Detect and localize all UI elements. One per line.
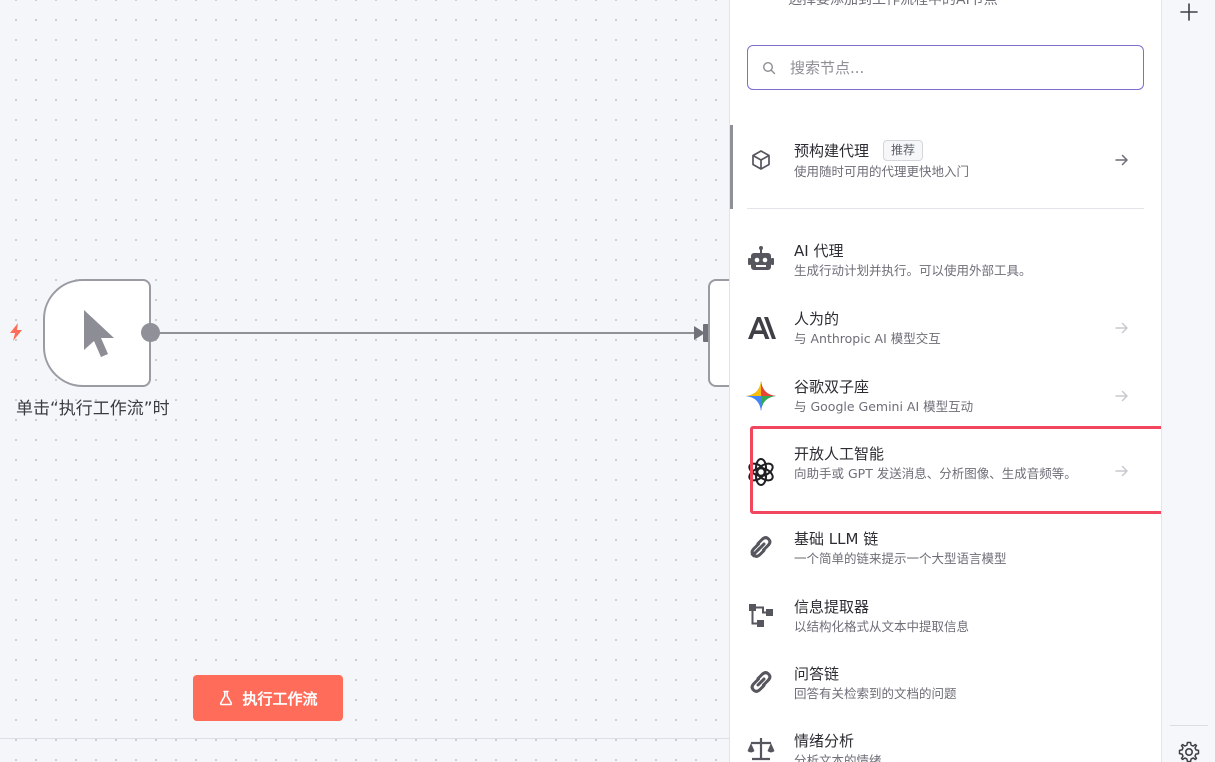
rail-divider xyxy=(1170,725,1208,726)
node-description: 以结构化格式从文本中提取信息 xyxy=(794,619,970,634)
recommended-badge: 推荐 xyxy=(883,140,924,161)
workflow-canvas[interactable]: 单击“执行工作流”时 执行工作流 xyxy=(0,0,729,762)
cube-icon xyxy=(744,143,778,177)
node-title: 开放人工智能 xyxy=(794,445,885,463)
node-description: 生成行动计划并执行。可以使用外部工具。 xyxy=(794,263,1032,278)
node-title: 人为的 xyxy=(794,310,840,328)
flask-icon xyxy=(220,690,233,706)
robot-icon xyxy=(744,243,778,277)
link-icon xyxy=(744,530,778,564)
node-description: 分析文本的情绪 xyxy=(794,753,882,762)
balance-scale-icon xyxy=(744,732,778,762)
node-title: AI 代理 xyxy=(794,242,844,260)
node-description: 向助手或 GPT 发送消息、分析图像、生成音频等。 xyxy=(794,466,1077,481)
execute-workflow-button[interactable]: 执行工作流 xyxy=(193,675,343,721)
search-icon xyxy=(762,61,776,74)
featured-title: 预构建代理 推荐 xyxy=(794,140,924,161)
anthropic-logo-icon xyxy=(744,311,778,345)
node-item-openai[interactable]: 开放人工智能 向助手或 GPT 发送消息、分析图像、生成音频等。 xyxy=(730,443,1161,503)
featured-item-prebuilt-agents[interactable]: 预构建代理 推荐 使用随时可用的代理更快地入门 xyxy=(730,135,1161,185)
node-title: 情绪分析 xyxy=(794,732,855,750)
link-icon xyxy=(744,665,778,699)
trigger-node-label: 单击“执行工作流”时 xyxy=(16,399,170,419)
connection-line[interactable] xyxy=(158,332,702,334)
node-description: 与 Anthropic AI 模型交互 xyxy=(794,331,941,346)
node-creator-panel: 选择要添加到工作流程中的AI节点 预构建代理推荐 使用随时可用的代理更快地入门 xyxy=(729,0,1161,762)
openai-logo-icon xyxy=(744,455,778,489)
tree-structure-icon xyxy=(744,598,778,632)
search-box[interactable] xyxy=(747,45,1144,90)
arrow-right-icon xyxy=(1115,154,1128,166)
canvas-divider xyxy=(0,738,729,739)
panel-subtitle: 选择要添加到工作流程中的AI节点 xyxy=(788,0,998,8)
node-item-information-extractor[interactable]: 信息提取器 以结构化格式从文本中提取信息 xyxy=(730,596,1161,646)
featured-description: 使用随时可用的代理更快地入门 xyxy=(794,164,970,179)
node-item-basic-llm-chain[interactable]: 基础 LLM 链 一个简单的链来提示一个大型语言模型 xyxy=(730,528,1161,578)
arrow-right-icon xyxy=(1115,465,1128,477)
node-item-anthropic[interactable]: 人为的 与 Anthropic AI 模型交互 xyxy=(730,308,1161,358)
node-title: 谷歌双子座 xyxy=(794,378,870,396)
node-description: 一个简单的链来提示一个大型语言模型 xyxy=(794,551,1007,566)
node-item-qa-chain[interactable]: 问答链 回答有关检索到的文档的问题 xyxy=(730,663,1161,713)
gear-icon[interactable] xyxy=(1178,741,1200,762)
right-sidebar xyxy=(1161,0,1215,762)
node-item-ai-agent[interactable]: AI 代理 生成行动计划并执行。可以使用外部工具。 xyxy=(730,240,1161,290)
node-description: 回答有关检索到的文档的问题 xyxy=(794,686,957,701)
node-item-sentiment-analysis[interactable]: 情绪分析 分析文本的情绪 xyxy=(730,730,1161,762)
plus-icon[interactable] xyxy=(1179,2,1199,22)
node-title: 信息提取器 xyxy=(794,598,870,616)
manual-trigger-node[interactable] xyxy=(43,279,151,387)
node-description: 与 Google Gemini AI 模型互动 xyxy=(794,399,974,414)
lightning-icon xyxy=(10,323,22,341)
node-item-google-gemini[interactable]: 谷歌双子座 与 Google Gemini AI 模型互动 xyxy=(730,376,1161,426)
arrow-right-icon xyxy=(1115,390,1128,402)
node-title: 基础 LLM 链 xyxy=(794,530,879,548)
gemini-star-icon xyxy=(744,379,778,413)
next-node[interactable] xyxy=(708,279,729,387)
mouse-pointer-icon xyxy=(84,310,114,357)
search-input[interactable] xyxy=(790,58,1120,77)
execute-workflow-label: 执行工作流 xyxy=(242,689,318,708)
node-title: 问答链 xyxy=(794,665,840,683)
section-divider xyxy=(747,208,1144,209)
arrow-right-icon xyxy=(1115,322,1128,334)
